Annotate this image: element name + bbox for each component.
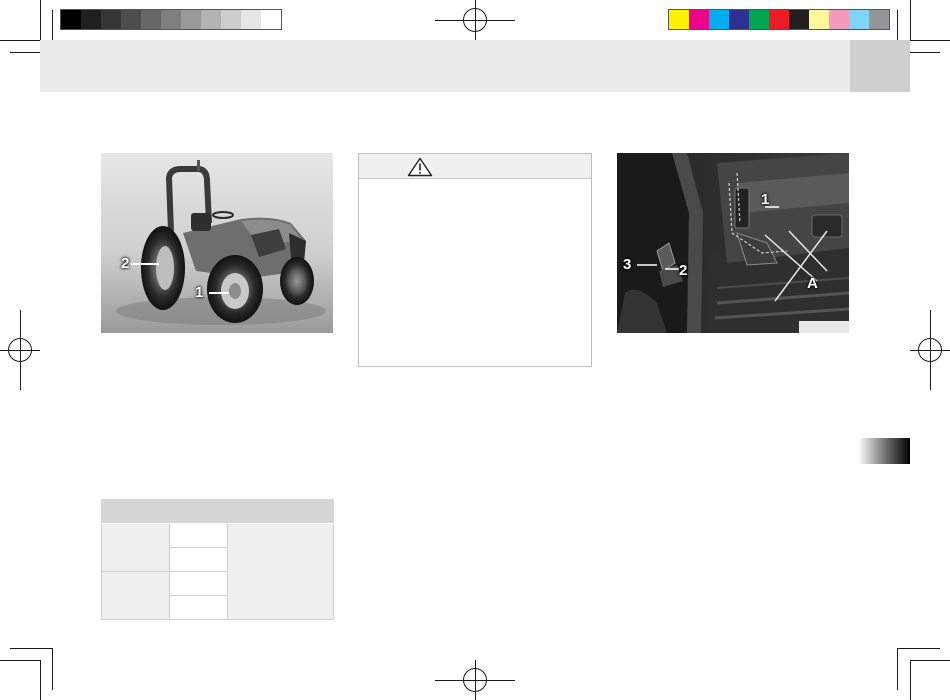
warning-header xyxy=(359,154,591,179)
cab-callout-3: 3 xyxy=(623,256,632,273)
gray-swatch-3 xyxy=(121,10,141,29)
crop-mark-bl-h xyxy=(0,660,40,661)
table-header-row xyxy=(101,499,334,524)
gray-swatch-2 xyxy=(101,10,121,29)
crop-mark-tr-h xyxy=(910,40,950,41)
crop-mark-br-h xyxy=(910,660,950,661)
crop-mark-tl-v xyxy=(40,0,41,40)
process-swatch-10 xyxy=(869,10,889,29)
crop-mark-br-v2 xyxy=(897,648,898,690)
warning-box xyxy=(358,153,592,367)
table-header-right xyxy=(227,499,334,524)
table-group-cell xyxy=(101,523,170,572)
table-header-left xyxy=(101,499,228,524)
grayscale-color-bar xyxy=(60,9,282,30)
cab-interior-figure: 1 3 2 A xyxy=(617,153,849,333)
process-swatch-5 xyxy=(769,10,789,29)
warning-triangle-icon xyxy=(407,157,433,182)
table-row xyxy=(101,523,334,620)
crop-mark-tl-h xyxy=(0,40,40,41)
gray-swatch-1 xyxy=(81,10,101,29)
gray-swatch-9 xyxy=(241,10,261,29)
header-section-tab xyxy=(850,40,910,92)
table-sub-cell xyxy=(169,595,228,620)
cab-callout-1: 1 xyxy=(761,191,770,208)
table-sub-cell xyxy=(169,571,228,596)
gray-swatch-6 xyxy=(181,10,201,29)
gray-swatch-5 xyxy=(161,10,181,29)
crop-mark-bl-v2 xyxy=(52,648,53,690)
cab-callout-2: 2 xyxy=(679,262,688,279)
process-color-bar xyxy=(668,9,890,30)
cab-callout-a: A xyxy=(807,275,818,292)
gray-swatch-7 xyxy=(201,10,221,29)
gray-swatch-10 xyxy=(261,10,281,29)
process-swatch-7 xyxy=(809,10,829,29)
table-value-cell xyxy=(227,523,334,620)
gray-swatch-8 xyxy=(221,10,241,29)
process-swatch-2 xyxy=(709,10,729,29)
process-swatch-0 xyxy=(669,10,689,29)
crop-mark-br-h2 xyxy=(898,648,940,649)
crop-mark-tr-v xyxy=(910,0,911,40)
page-header-band xyxy=(40,40,910,92)
process-swatch-8 xyxy=(829,10,849,29)
tractor-figure: 2 1 xyxy=(101,153,333,333)
crop-mark-bl-h2 xyxy=(10,648,52,649)
process-swatch-9 xyxy=(849,10,869,29)
gray-swatch-0 xyxy=(61,10,81,29)
crop-mark-br-v xyxy=(910,660,911,700)
crop-mark-bl-v xyxy=(40,660,41,700)
table-sub-cell xyxy=(169,547,228,572)
spec-table xyxy=(101,499,334,620)
gray-swatch-4 xyxy=(141,10,161,29)
table-sub-cell xyxy=(169,523,228,548)
tractor-callout-2: 2 xyxy=(121,255,130,272)
tractor-callout-1: 1 xyxy=(195,284,204,301)
process-swatch-3 xyxy=(729,10,749,29)
process-swatch-4 xyxy=(749,10,769,29)
process-swatch-6 xyxy=(789,10,809,29)
process-swatch-1 xyxy=(689,10,709,29)
table-group-cell xyxy=(101,571,170,620)
chapter-thumb-tab xyxy=(858,438,910,464)
